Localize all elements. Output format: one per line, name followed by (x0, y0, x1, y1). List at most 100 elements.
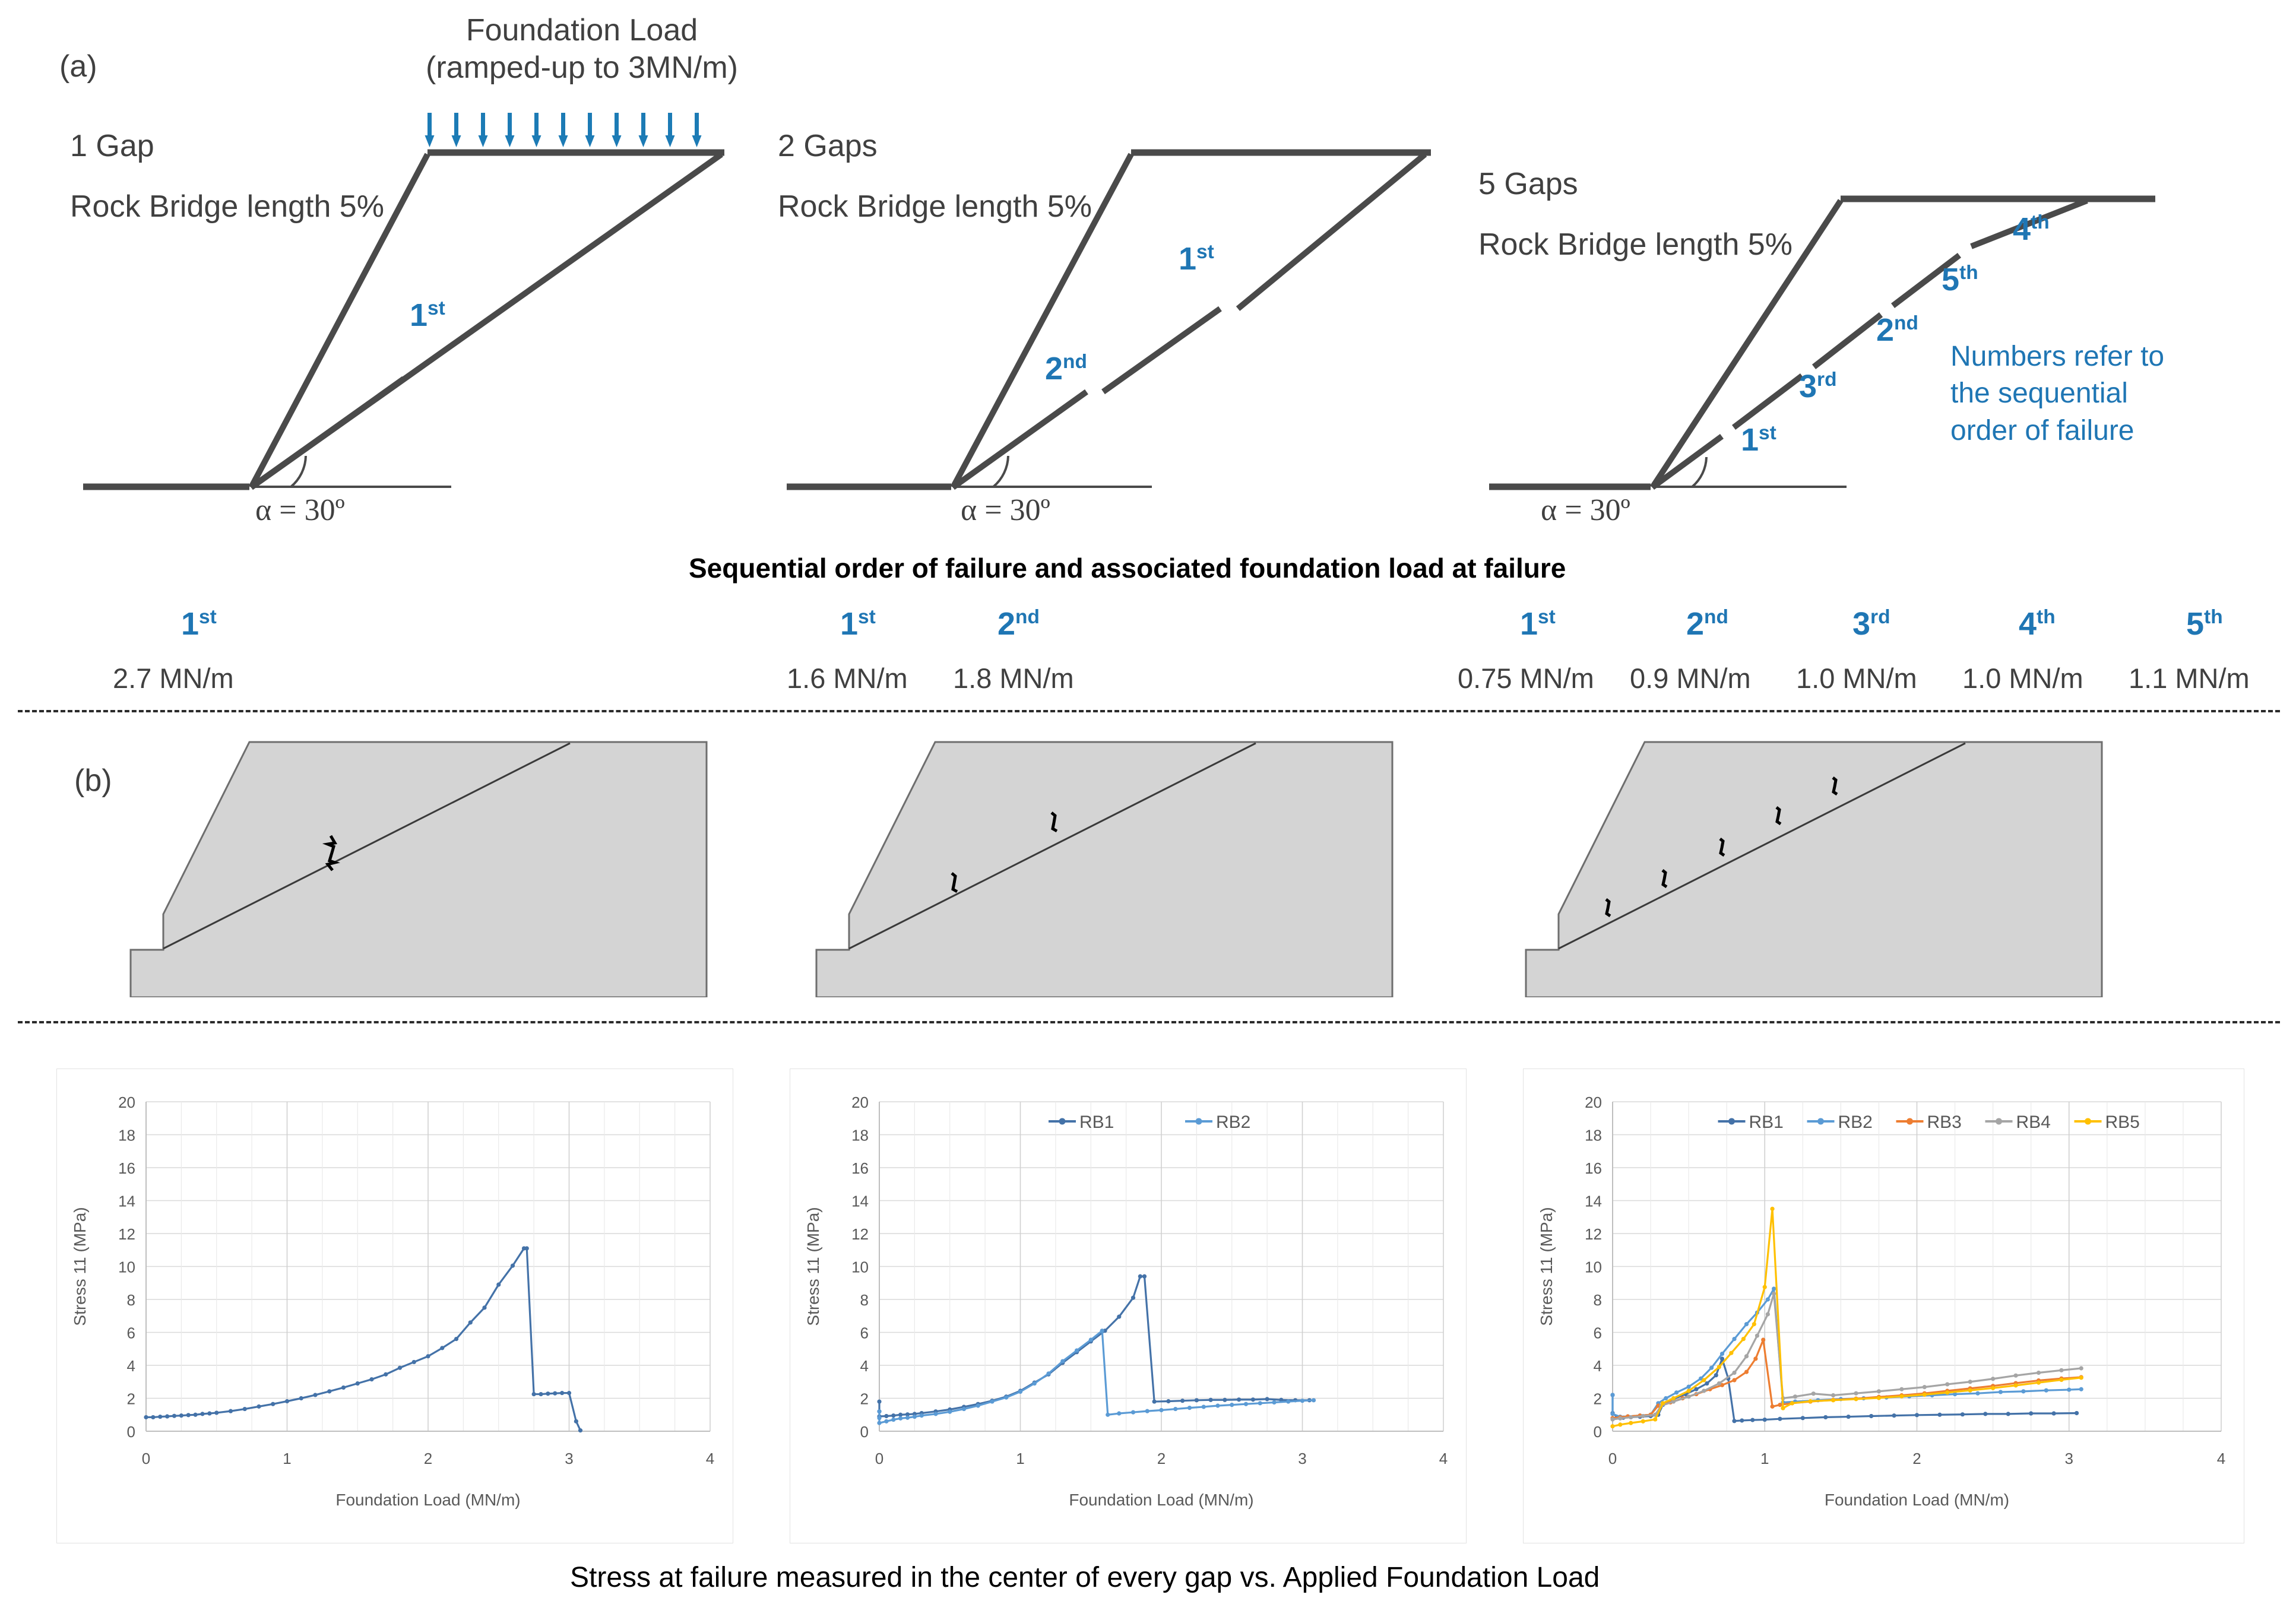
joint-seg-2 (1731, 373, 1804, 430)
data-point (1846, 1414, 1851, 1419)
data-point (1117, 1411, 1122, 1416)
data-point (1717, 1381, 1721, 1386)
x-tick-label: 3 (565, 1450, 573, 1467)
data-point (1100, 1329, 1104, 1333)
data-point (574, 1419, 578, 1424)
diagram-1-angle-label: α = 30º (255, 493, 345, 527)
data-point (1831, 1393, 1836, 1398)
y-tick-label: 4 (1594, 1357, 1602, 1375)
data-point (1892, 1413, 1896, 1418)
data-point (1300, 1399, 1305, 1403)
diagram-3-order-3: 3rd (1799, 369, 1837, 404)
data-point (384, 1372, 388, 1377)
y-tick-label: 20 (118, 1093, 135, 1111)
data-point (1772, 1291, 1776, 1296)
data-point (1032, 1381, 1037, 1386)
y-tick-label: 0 (860, 1423, 869, 1441)
data-point (1223, 1397, 1227, 1402)
data-point (1869, 1413, 1874, 1419)
data-point (1831, 1398, 1836, 1403)
data-point (578, 1428, 583, 1433)
data-point (524, 1246, 529, 1251)
legend-label: RB3 (1927, 1112, 1962, 1132)
data-point (1060, 1359, 1065, 1364)
data-point (1717, 1365, 1721, 1369)
data-point (1074, 1348, 1079, 1353)
panel-a-letter: (a) (59, 49, 97, 84)
data-point (1265, 1397, 1269, 1402)
legend-item-RB1[interactable]: RB1 (1049, 1112, 1114, 1132)
data-point (214, 1410, 219, 1415)
diagram-3-angle-label: α = 30º (1541, 493, 1630, 527)
diagram-3-slope (1489, 195, 2155, 490)
chart-1-box[interactable]: 0 2 4 6 8 10 12 14 16 18 20 0 1 2 3 4 Foundation Load (M… (56, 1069, 733, 1543)
data-point (1914, 1413, 1920, 1418)
data-point (1983, 1412, 1988, 1416)
x-tick-label: 0 (142, 1450, 150, 1467)
data-point (1671, 1396, 1676, 1401)
data-point (1762, 1417, 1767, 1422)
data-point (271, 1402, 275, 1406)
legend-item-RB2[interactable]: RB2 (1185, 1112, 1250, 1132)
data-point (1686, 1384, 1691, 1389)
sequence-note: Numbers refer to the sequential order of… (1950, 338, 2164, 449)
seq-g3-load-2: 0.9 MN/m (1630, 662, 1751, 694)
data-point (1960, 1412, 1965, 1417)
data-point (179, 1413, 183, 1418)
data-point (2079, 1387, 2083, 1391)
legend-item-RB3[interactable]: RB3 (1896, 1112, 1962, 1132)
legend-item-RB5[interactable]: RB5 (2074, 1112, 2140, 1132)
data-point (1732, 1337, 1737, 1342)
data-point (884, 1413, 889, 1419)
data-point (2051, 1411, 2056, 1416)
seq-g3-order-2: 2nd (1686, 606, 1728, 642)
data-point (426, 1354, 430, 1359)
data-point (1744, 1322, 1749, 1327)
data-point (200, 1412, 205, 1416)
data-point (891, 1417, 896, 1422)
data-point (1741, 1337, 1746, 1342)
series-line-RB2 (878, 1330, 1314, 1424)
joint-seg-1 (951, 389, 1088, 490)
diagram-3-order-1: 1st (1741, 422, 1776, 458)
data-point (1237, 1397, 1242, 1402)
chart-3-box[interactable]: 0 2 4 6 8 10 12 14 16 18 20 0 1 2 3 4 Foundation Load (M… (1523, 1069, 2244, 1543)
data-point (299, 1396, 303, 1401)
legend-label: RB2 (1216, 1112, 1250, 1132)
data-point (560, 1391, 565, 1396)
divider-2 (18, 1021, 2280, 1023)
slope-face (248, 153, 430, 489)
data-point (1899, 1387, 1904, 1391)
foundation-load-line2: (ramped-up to 3MN/m) (426, 50, 738, 85)
y-tick-label: 8 (127, 1291, 135, 1309)
data-point (919, 1413, 924, 1418)
data-point (2059, 1368, 2064, 1372)
seq-g1-order-1: 1st (181, 606, 217, 642)
divider-1 (18, 710, 2280, 712)
data-point (891, 1413, 896, 1418)
data-point (341, 1385, 346, 1390)
data-point (1765, 1297, 1770, 1302)
data-point (186, 1413, 191, 1418)
sequence-note-line1: Numbers refer to (1950, 341, 2165, 372)
y-axis-title: Stress 11 (MPa) (71, 1207, 89, 1326)
y-tick-label: 14 (118, 1193, 135, 1210)
data-point (1998, 1390, 2003, 1394)
rock-mass-fill (1525, 741, 2103, 997)
legend-item-RB1[interactable]: RB1 (1718, 1112, 1784, 1132)
legend-item-RB2[interactable]: RB2 (1807, 1112, 1873, 1132)
data-point (1130, 1295, 1136, 1300)
data-point (1250, 1397, 1255, 1402)
x-tick-label: 0 (1608, 1450, 1617, 1467)
legend-item-RB4[interactable]: RB4 (1985, 1112, 2051, 1132)
data-point (1145, 1409, 1149, 1413)
data-point (172, 1413, 177, 1418)
chart-2-box[interactable]: 0 2 4 6 8 10 12 14 16 18 20 0 1 2 3 4 Foundation Load (M… (790, 1069, 1467, 1543)
diagram-2-angle-label: α = 30º (961, 493, 1050, 527)
data-point (1975, 1391, 1980, 1396)
x-tick-label: 0 (875, 1450, 883, 1467)
y-tick-label: 4 (860, 1357, 869, 1375)
data-point (1610, 1412, 1615, 1416)
data-point (2036, 1370, 2041, 1375)
data-point (1702, 1378, 1706, 1383)
